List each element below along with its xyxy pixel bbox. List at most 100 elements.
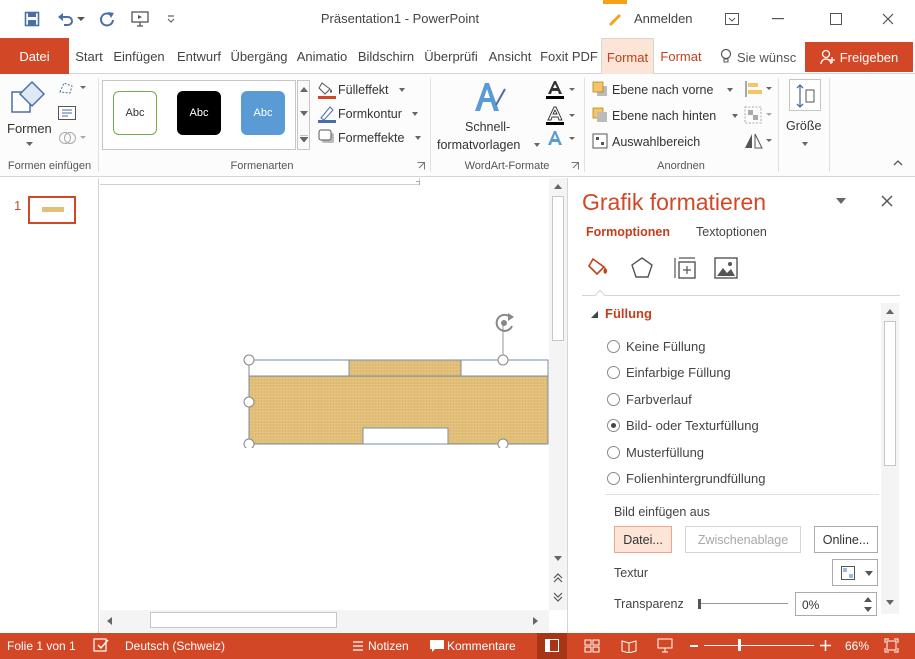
- group-objects-icon[interactable]: [744, 106, 772, 124]
- previous-slide-icon[interactable]: [552, 572, 564, 584]
- slider-thumb[interactable]: [698, 599, 701, 609]
- pane-scroll-thumb[interactable]: [884, 321, 896, 466]
- slideshow-view-icon[interactable]: [657, 638, 673, 653]
- scroll-down-icon[interactable]: [552, 554, 564, 564]
- shape-styles-launcher-icon[interactable]: [417, 162, 425, 170]
- wordart-launcher-icon[interactable]: [571, 162, 579, 170]
- scroll-left-icon[interactable]: [104, 615, 114, 627]
- slideshow-icon[interactable]: [130, 9, 150, 29]
- minimize-icon[interactable]: [766, 8, 790, 30]
- customize-toolbar-icon[interactable]: [164, 9, 178, 29]
- notes-icon[interactable]: [352, 640, 364, 652]
- slide-sorter-icon[interactable]: [584, 639, 600, 653]
- pane-scrollbar[interactable]: [881, 303, 899, 614]
- selected-shape[interactable]: [243, 318, 553, 448]
- spell-check-icon[interactable]: [93, 638, 109, 653]
- shape-effects-icon[interactable]: [318, 129, 336, 145]
- tab-shape-options[interactable]: Formoptionen: [586, 225, 670, 239]
- collapse-ribbon-icon[interactable]: [893, 160, 903, 166]
- selection-pane-icon[interactable]: [592, 133, 608, 149]
- tab-text-options[interactable]: Textoptionen: [696, 225, 767, 239]
- shape-outline-label[interactable]: Formkontur: [338, 107, 402, 121]
- shape-style-dark[interactable]: Abc: [177, 91, 221, 135]
- tab-format-drawing[interactable]: Format: [601, 38, 654, 75]
- shape-effects-dropdown-icon[interactable]: [415, 136, 421, 140]
- tab-file[interactable]: Datei: [0, 38, 69, 74]
- send-backward-dropdown-icon[interactable]: [732, 114, 738, 118]
- radio-button[interactable]: [607, 445, 620, 459]
- ribbon-display-options-icon[interactable]: [720, 8, 744, 30]
- tab-review[interactable]: Überprüfi: [420, 38, 482, 74]
- transparency-value[interactable]: 0%: [802, 598, 819, 612]
- zoom-level[interactable]: 66%: [845, 639, 869, 653]
- transparency-slider[interactable]: [698, 599, 788, 609]
- reading-view-icon[interactable]: [621, 639, 637, 653]
- insert-online-button[interactable]: Online...: [814, 526, 878, 553]
- tab-view[interactable]: Ansicht: [484, 38, 536, 74]
- undo-dropdown-icon[interactable]: [76, 9, 86, 29]
- size-properties-icon[interactable]: [672, 255, 698, 281]
- slide-editing-canvas[interactable]: [100, 178, 549, 610]
- zoom-slider-thumb[interactable]: [738, 639, 742, 651]
- text-outline-icon[interactable]: [546, 106, 576, 126]
- shape-fill-label[interactable]: Fülleffekt: [338, 83, 389, 97]
- align-icon[interactable]: [744, 80, 772, 98]
- quick-styles-label-2[interactable]: formatvorlagen: [437, 138, 520, 152]
- notes-button[interactable]: Notizen: [368, 639, 409, 653]
- insert-from-file-button[interactable]: Datei...: [614, 526, 672, 553]
- tab-format-picture[interactable]: Format: [655, 38, 707, 74]
- styles-gallery-scroll[interactable]: [297, 80, 310, 150]
- tab-design[interactable]: Entwurf: [172, 38, 226, 74]
- zoom-slider[interactable]: [704, 639, 814, 651]
- normal-view-button[interactable]: [537, 633, 567, 659]
- tell-me-input[interactable]: Sie wünsc: [737, 50, 796, 65]
- save-icon[interactable]: [22, 9, 42, 29]
- scroll-up-icon[interactable]: [552, 181, 564, 191]
- pane-close-icon[interactable]: [881, 195, 893, 207]
- shape-outline-dropdown-icon[interactable]: [412, 112, 418, 116]
- fill-option-pattern[interactable]: Musterfüllung: [607, 442, 704, 462]
- quick-styles-icon[interactable]: [472, 79, 506, 115]
- tab-slideshow[interactable]: Bildschirn: [354, 38, 418, 74]
- size-icon[interactable]: [789, 79, 821, 111]
- sign-in-link[interactable]: Anmelden: [634, 11, 693, 26]
- rotation-handle-icon[interactable]: [491, 310, 517, 336]
- vertical-scroll-thumb[interactable]: [552, 196, 564, 341]
- comments-button[interactable]: Kommentare: [447, 639, 516, 653]
- texture-picker[interactable]: [832, 559, 878, 586]
- tab-animations[interactable]: Animatio: [292, 38, 352, 74]
- pane-options-dropdown-icon[interactable]: [836, 198, 846, 204]
- picture-icon[interactable]: [713, 255, 739, 281]
- undo-icon[interactable]: [56, 9, 76, 29]
- edit-shape-icon[interactable]: [58, 80, 86, 96]
- fill-line-icon[interactable]: [587, 255, 613, 281]
- next-slide-icon[interactable]: [552, 591, 564, 603]
- shape-fill-icon[interactable]: [318, 81, 336, 99]
- language-indicator[interactable]: Deutsch (Schweiz): [125, 639, 225, 653]
- fit-slide-icon[interactable]: [884, 638, 899, 653]
- shapes-dropdown-icon[interactable]: [26, 142, 33, 147]
- bring-forward-label[interactable]: Ebene nach vorne: [612, 83, 713, 97]
- tab-transitions[interactable]: Übergäng: [228, 38, 290, 74]
- text-box-icon[interactable]: [58, 106, 76, 120]
- canvas-horizontal-scrollbar[interactable]: [100, 610, 549, 632]
- spin-up-icon[interactable]: [864, 597, 872, 602]
- section-fill-header[interactable]: Füllung: [605, 306, 652, 321]
- pane-scroll-down-icon[interactable]: [884, 598, 896, 608]
- selection-pane-label[interactable]: Auswahlbereich: [612, 135, 700, 149]
- zoom-out-icon[interactable]: [690, 645, 698, 647]
- scroll-right-icon[interactable]: [531, 615, 541, 627]
- merge-shapes-icon[interactable]: [58, 130, 86, 146]
- bring-forward-icon[interactable]: [592, 81, 608, 97]
- effects-icon[interactable]: [629, 255, 655, 281]
- fill-option-none[interactable]: Keine Füllung: [607, 336, 706, 356]
- size-label[interactable]: Größe: [786, 119, 821, 133]
- maximize-icon[interactable]: [824, 8, 848, 30]
- fill-option-picture-texture[interactable]: Bild- oder Texturfüllung: [607, 415, 759, 435]
- shapes-gallery-icon[interactable]: [10, 80, 48, 116]
- shape-effects-label[interactable]: Formeffekte: [338, 131, 404, 145]
- share-button[interactable]: Freigeben: [805, 42, 913, 72]
- zoom-in-icon[interactable]: [820, 640, 831, 651]
- shape-style-outline[interactable]: Abc: [113, 91, 157, 135]
- radio-button-selected[interactable]: [607, 418, 620, 432]
